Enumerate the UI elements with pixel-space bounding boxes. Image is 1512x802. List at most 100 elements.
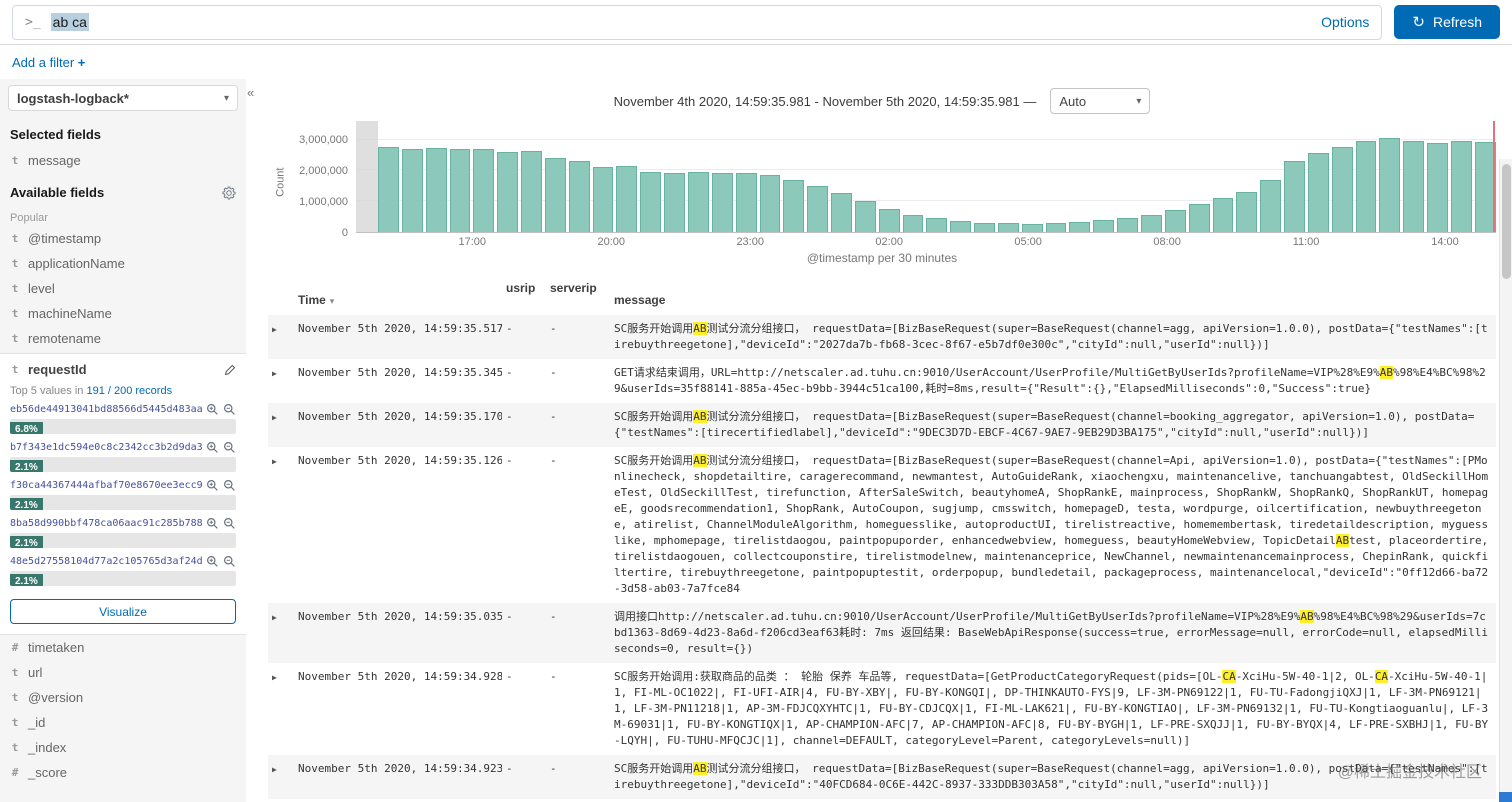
histogram-bar[interactable] xyxy=(1427,142,1448,232)
histogram-bar[interactable] xyxy=(568,161,590,232)
expand-row-icon[interactable]: ▶ xyxy=(272,457,277,466)
histogram-bar[interactable] xyxy=(807,185,829,232)
table-row[interactable]: ▶ November 5th 2020, 14:59:35.126 - - SC… xyxy=(268,447,1496,603)
field-item-timetaken[interactable]: # timetaken xyxy=(0,635,246,660)
scrollbar[interactable] xyxy=(1499,159,1512,802)
histogram-bar[interactable] xyxy=(449,149,471,232)
table-row[interactable]: ▶ November 5th 2020, 14:59:35.035 - - 调用… xyxy=(268,603,1496,663)
expand-row-icon[interactable]: ▶ xyxy=(272,765,277,774)
field-item-score[interactable]: # _score xyxy=(0,760,246,785)
histogram-bar[interactable] xyxy=(759,174,781,232)
expand-row-icon[interactable]: ▶ xyxy=(272,613,277,622)
magnify-plus-icon[interactable] xyxy=(206,555,219,568)
table-row[interactable]: ▶ November 5th 2020, 14:59:34.928 - - SC… xyxy=(268,663,1496,755)
expand-row-icon[interactable]: ▶ xyxy=(272,325,277,334)
table-row[interactable]: ▶ November 5th 2020, 14:59:35.170 - - SC… xyxy=(268,403,1496,447)
histogram-bar[interactable] xyxy=(831,193,852,232)
expand-row-icon[interactable]: ▶ xyxy=(272,413,277,422)
column-header-message[interactable]: message xyxy=(610,275,1496,315)
histogram-bar[interactable] xyxy=(664,172,685,232)
refresh-button[interactable]: ↻ Refresh xyxy=(1394,5,1500,39)
histogram-bar[interactable] xyxy=(974,222,995,232)
sort-icon[interactable]: ▾ xyxy=(330,296,335,306)
histogram-bar[interactable] xyxy=(687,171,709,232)
histogram-bar[interactable] xyxy=(425,148,447,232)
histogram-bar[interactable] xyxy=(473,148,495,232)
histogram-bar[interactable] xyxy=(1117,218,1138,232)
histogram-bar[interactable] xyxy=(1355,141,1377,232)
visualize-button[interactable]: Visualize xyxy=(10,599,236,624)
query-text[interactable]: ab ca xyxy=(50,13,1311,31)
histogram-bar[interactable] xyxy=(640,171,662,232)
add-filter-button[interactable]: Add a filter + xyxy=(12,55,85,70)
magnify-minus-icon[interactable] xyxy=(223,555,236,568)
histogram-bar[interactable] xyxy=(544,158,566,232)
collapse-sidebar-button[interactable]: « xyxy=(247,85,254,100)
index-pattern-selector[interactable]: logstash-logback* ▾ xyxy=(8,85,238,111)
histogram-bar[interactable] xyxy=(1379,137,1401,232)
magnify-plus-icon[interactable] xyxy=(206,479,219,492)
histogram-bar[interactable] xyxy=(1212,198,1234,232)
histogram-bar[interactable] xyxy=(1260,179,1282,232)
field-item-remotename[interactable]: t remotename xyxy=(0,326,246,351)
histogram-bar[interactable] xyxy=(950,220,972,232)
histogram-bar[interactable] xyxy=(926,218,948,232)
histogram-bar[interactable] xyxy=(878,208,900,232)
histogram-bar[interactable] xyxy=(1403,141,1425,232)
field-item-id[interactable]: t _id xyxy=(0,710,246,735)
histogram-bar[interactable] xyxy=(497,151,519,232)
table-row[interactable]: ▶ November 5th 2020, 14:59:35.517 - - SC… xyxy=(268,315,1496,359)
options-link[interactable]: Options xyxy=(1321,14,1369,30)
histogram-bar[interactable] xyxy=(997,223,1019,232)
column-header-usrip[interactable]: usrip xyxy=(502,275,546,315)
expand-row-icon[interactable]: ▶ xyxy=(272,369,277,378)
column-header-time[interactable]: Time ▾ xyxy=(294,275,502,315)
histogram-bar[interactable] xyxy=(711,173,733,232)
scrollbar-thumb[interactable] xyxy=(1502,164,1511,279)
histogram-bar[interactable] xyxy=(735,172,757,232)
field-edit-icon[interactable] xyxy=(224,364,236,376)
expand-row-icon[interactable]: ▶ xyxy=(272,673,277,682)
field-item-url[interactable]: t url xyxy=(0,660,246,685)
magnify-plus-icon[interactable] xyxy=(206,517,219,530)
histogram-bar[interactable] xyxy=(616,165,638,232)
interval-select[interactable]: Auto ▾ xyxy=(1050,88,1151,114)
field-item-applicationname[interactable]: t applicationName xyxy=(0,251,246,276)
records-link[interactable]: 191 / 200 records xyxy=(86,385,172,397)
field-item-machinename[interactable]: t machineName xyxy=(0,301,246,326)
histogram-bar[interactable] xyxy=(1069,221,1091,232)
field-item-index[interactable]: t _index xyxy=(0,735,246,760)
field-item-timestamp[interactable]: t @timestamp xyxy=(0,226,246,251)
histogram-bar[interactable] xyxy=(521,151,542,232)
histogram-bar[interactable] xyxy=(1236,191,1258,232)
histogram-bar[interactable] xyxy=(902,215,924,232)
magnify-minus-icon[interactable] xyxy=(223,441,236,454)
histogram-bar[interactable] xyxy=(783,179,805,232)
histogram-bar[interactable] xyxy=(1164,210,1186,232)
histogram-bar[interactable] xyxy=(854,201,876,232)
histogram-bar[interactable] xyxy=(1141,215,1162,232)
histogram-bar[interactable] xyxy=(378,147,399,232)
magnify-plus-icon[interactable] xyxy=(206,441,219,454)
histogram-bar[interactable] xyxy=(1284,161,1305,232)
field-item-requestid[interactable]: t requestId xyxy=(10,362,236,377)
histogram-bar[interactable] xyxy=(1307,153,1329,232)
magnify-minus-icon[interactable] xyxy=(223,517,236,530)
field-item-message[interactable]: t message xyxy=(0,148,246,173)
table-row[interactable]: ▶ November 5th 2020, 14:59:34.923 - - SC… xyxy=(268,755,1496,799)
column-header-serverip[interactable]: serverip xyxy=(546,275,610,315)
histogram-bar[interactable] xyxy=(1331,147,1353,232)
histogram-bar[interactable] xyxy=(1188,204,1210,232)
magnify-plus-icon[interactable] xyxy=(206,403,219,416)
field-item-level[interactable]: t level xyxy=(0,276,246,301)
gear-icon[interactable] xyxy=(222,186,236,200)
histogram-bar[interactable] xyxy=(592,166,614,232)
magnify-minus-icon[interactable] xyxy=(223,479,236,492)
histogram-bar[interactable] xyxy=(401,148,423,232)
histogram-bar[interactable] xyxy=(1450,141,1472,232)
magnify-minus-icon[interactable] xyxy=(223,403,236,416)
field-item-version[interactable]: t @version xyxy=(0,685,246,710)
histogram-bar[interactable] xyxy=(1021,223,1043,232)
table-row[interactable]: ▶ November 5th 2020, 14:59:35.345 - - GE… xyxy=(268,359,1496,403)
histogram-bar[interactable] xyxy=(1045,222,1067,232)
